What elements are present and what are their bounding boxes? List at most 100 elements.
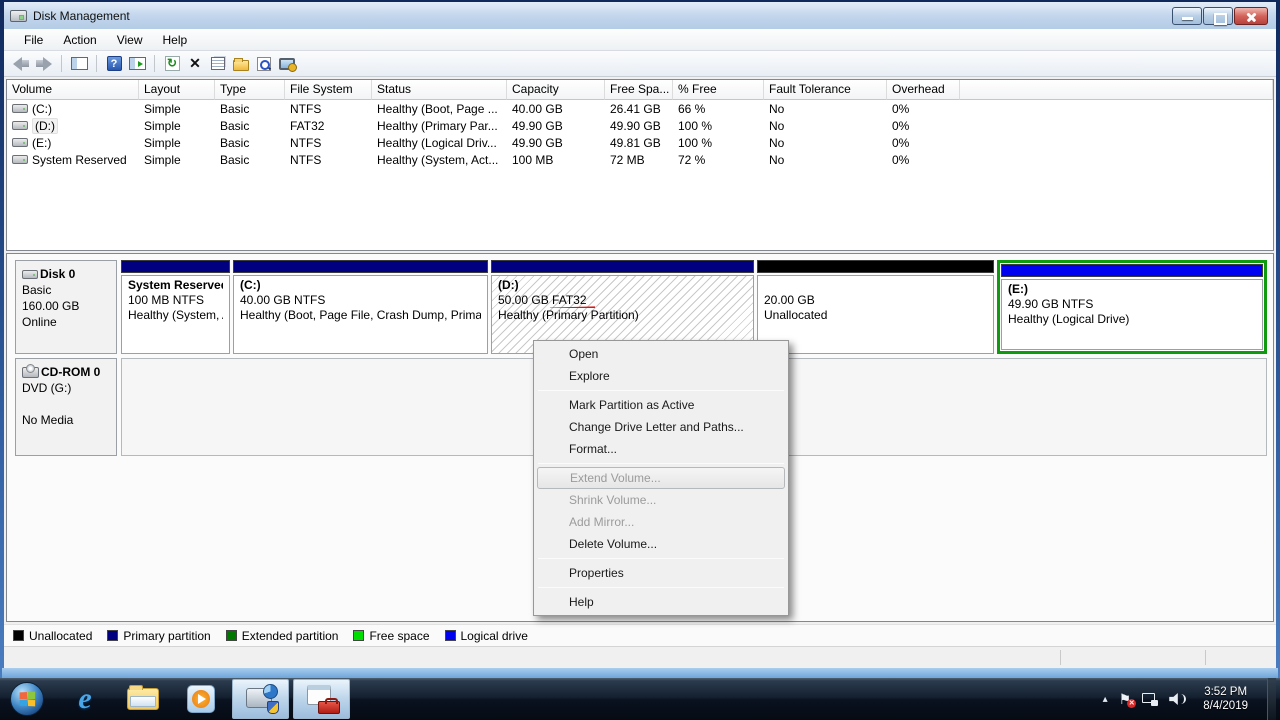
col-fault-tolerance[interactable]: Fault Tolerance — [764, 80, 887, 100]
action-center-icon[interactable]: ⚑✕ — [1119, 692, 1132, 706]
refresh-icon[interactable] — [165, 56, 180, 71]
menu-separator — [538, 587, 784, 588]
volume-icon — [12, 155, 28, 164]
menu-item-format[interactable]: Format... — [536, 438, 786, 460]
taskbar-clock[interactable]: 3:52 PM 8/4/2019 — [1203, 685, 1248, 713]
disk0-label-panel[interactable]: Disk 0 Basic 160.00 GB Online — [15, 260, 117, 354]
taskbar: e ▴ ⚑✕ 3:52 PM 8/4/2019 — [0, 678, 1280, 720]
status-bar-divider — [1060, 650, 1061, 665]
col-capacity[interactable]: Capacity — [507, 80, 605, 100]
col-free-space[interactable]: Free Spa... — [605, 80, 673, 100]
windows-logo-icon — [20, 692, 36, 707]
menu-item-change-drive-letter[interactable]: Change Drive Letter and Paths... — [536, 416, 786, 438]
title-bar[interactable]: Disk Management — [4, 2, 1276, 29]
menu-item-help[interactable]: Help — [536, 591, 786, 613]
table-row-e[interactable]: (E:) Simple Basic NTFS Healthy (Logical … — [7, 134, 1273, 151]
show-desktop-button[interactable] — [1267, 678, 1276, 720]
volume-icon[interactable] — [1169, 693, 1186, 705]
internet-explorer-icon: e — [78, 684, 91, 714]
manage-computer-icon[interactable] — [279, 58, 295, 70]
window-title: Disk Management — [33, 9, 130, 23]
menu-help[interactable]: Help — [153, 30, 198, 50]
back-icon[interactable] — [12, 55, 30, 72]
disk-management-app-icon — [10, 10, 27, 22]
delete-icon[interactable] — [188, 55, 203, 72]
start-button[interactable] — [10, 682, 44, 716]
table-row-d[interactable]: (D:) Simple Basic FAT32 Healthy (Primary… — [7, 117, 1273, 134]
volume-icon — [12, 104, 28, 113]
clock-date: 8/4/2019 — [1203, 699, 1248, 713]
col-type[interactable]: Type — [215, 80, 285, 100]
disk0-size: 160.00 GB — [22, 298, 114, 314]
col-overhead[interactable]: Overhead — [887, 80, 960, 100]
system-tray: ▴ ⚑✕ 3:52 PM 8/4/2019 — [1103, 678, 1280, 720]
partition-e-logical[interactable]: (E:) 49.90 GB NTFS Healthy (Logical Driv… — [997, 260, 1267, 354]
menu-item-mark-partition-active[interactable]: Mark Partition as Active — [536, 394, 786, 416]
legend-swatch-free — [353, 630, 364, 641]
taskbar-computer-management-active[interactable] — [293, 679, 350, 719]
open-folder-icon[interactable] — [233, 60, 249, 71]
menu-file[interactable]: File — [14, 30, 53, 50]
volume-icon — [12, 138, 28, 147]
toolbar — [4, 51, 1276, 77]
menu-action[interactable]: Action — [53, 30, 106, 50]
menu-item-extend-volume[interactable]: Extend Volume... — [537, 467, 785, 489]
menu-separator — [538, 463, 784, 464]
menu-item-properties[interactable]: Properties — [536, 562, 786, 584]
status-bar-divider — [1205, 650, 1206, 665]
disk0-type: Basic — [22, 282, 114, 298]
properties-icon[interactable] — [211, 57, 225, 70]
legend-swatch-logical — [445, 630, 456, 641]
menu-separator — [538, 558, 784, 559]
find-icon[interactable] — [257, 57, 271, 71]
menu-item-shrink-volume[interactable]: Shrink Volume... — [536, 489, 786, 511]
disk0-status: Online — [22, 314, 114, 330]
taskbar-media-player[interactable] — [172, 678, 230, 720]
partition-context-menu: Open Explore Mark Partition as Active Ch… — [533, 340, 789, 616]
col-file-system[interactable]: File System — [285, 80, 372, 100]
status-bar — [4, 646, 1276, 668]
toolbar-separator — [96, 55, 97, 72]
action-pane-icon[interactable] — [129, 57, 146, 70]
show-hidden-icons-icon[interactable]: ▴ — [1103, 694, 1108, 705]
col-pct-free[interactable]: % Free — [673, 80, 764, 100]
minimize-button[interactable] — [1172, 7, 1202, 25]
col-layout[interactable]: Layout — [139, 80, 215, 100]
maximize-button[interactable] — [1203, 7, 1233, 25]
folder-icon — [127, 688, 159, 710]
menu-item-explore[interactable]: Explore — [536, 365, 786, 387]
unallocated-bar — [757, 260, 994, 273]
menu-bar: File Action View Help — [4, 29, 1276, 51]
console-tree-icon[interactable] — [71, 57, 88, 70]
menu-item-open[interactable]: Open — [536, 343, 786, 365]
table-row-c[interactable]: (C:) Simple Basic NTFS Healthy (Boot, Pa… — [7, 100, 1273, 117]
disk-icon — [22, 270, 38, 279]
unallocated-space[interactable]: 20.00 GB Unallocated — [757, 260, 994, 354]
help-icon[interactable] — [107, 56, 122, 71]
close-button[interactable] — [1234, 7, 1268, 25]
menu-view[interactable]: View — [107, 30, 153, 50]
legend-bar: Unallocated Primary partition Extended p… — [4, 624, 1276, 646]
col-status[interactable]: Status — [372, 80, 507, 100]
legend-swatch-extended — [226, 630, 237, 641]
red-underline-annotation: FAT32 — [552, 293, 586, 307]
menu-item-delete-volume[interactable]: Delete Volume... — [536, 533, 786, 555]
taskbar-internet-explorer[interactable]: e — [56, 678, 114, 720]
media-player-icon — [187, 685, 215, 713]
menu-item-add-mirror[interactable]: Add Mirror... — [536, 511, 786, 533]
legend-swatch-primary — [107, 630, 118, 641]
volume-table-header: Volume Layout Type File System Status Ca… — [7, 80, 1273, 100]
primary-partition-bar — [233, 260, 488, 273]
taskbar-windows-explorer[interactable] — [114, 678, 172, 720]
partition-c[interactable]: (C:) 40.00 GB NTFS Healthy (Boot, Page F… — [233, 260, 488, 354]
table-row-system-reserved[interactable]: System Reserved Simple Basic NTFS Health… — [7, 151, 1273, 168]
col-empty — [960, 80, 1273, 100]
forward-icon[interactable] — [35, 55, 53, 72]
network-icon[interactable] — [1142, 693, 1158, 706]
col-volume[interactable]: Volume — [7, 80, 139, 100]
cdrom-label-panel[interactable]: CD-ROM 0 DVD (G:) No Media — [15, 358, 117, 456]
logical-drive-bar — [1001, 264, 1263, 277]
taskbar-disk-management-active[interactable] — [232, 679, 289, 719]
toolbar-separator — [154, 55, 155, 72]
partition-system-reserved[interactable]: System Reserved 100 MB NTFS Healthy (Sys… — [121, 260, 230, 354]
